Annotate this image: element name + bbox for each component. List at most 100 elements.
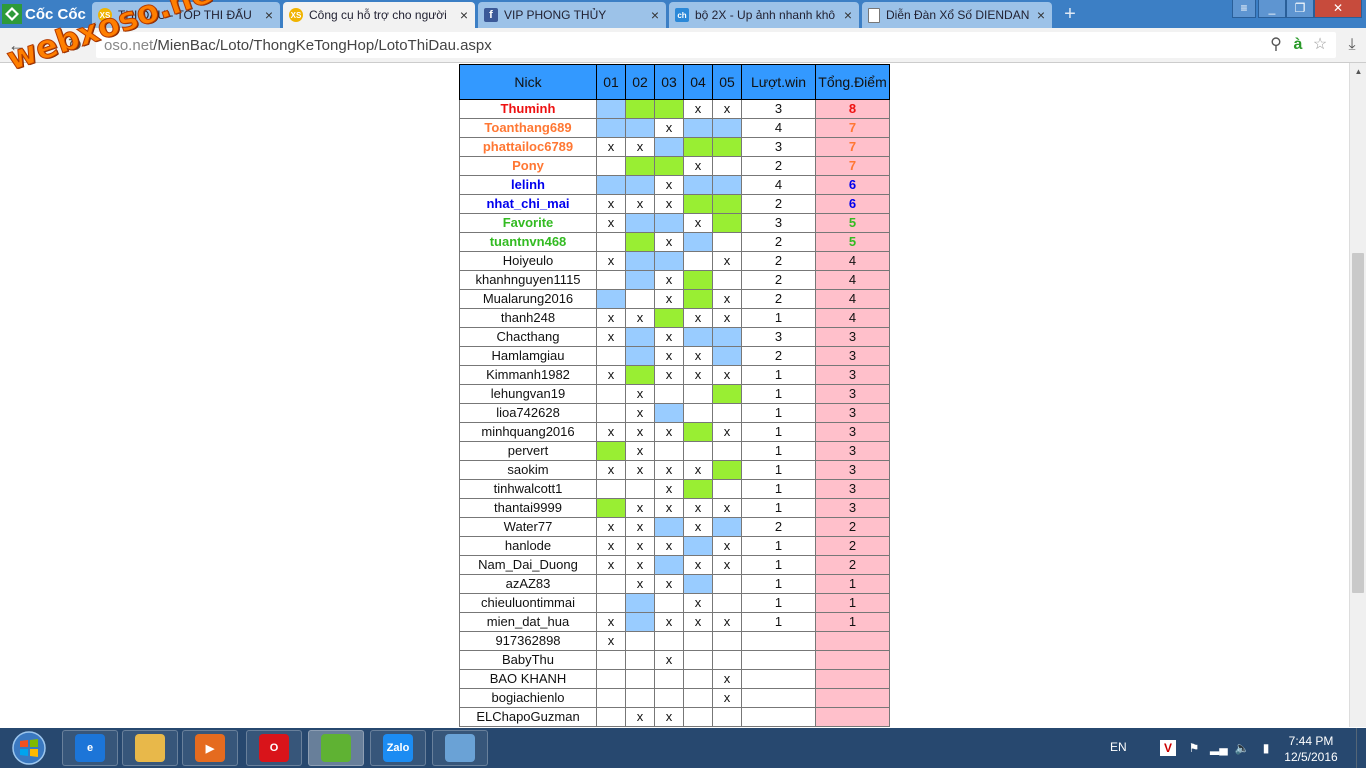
windows-start-icon[interactable] <box>4 730 54 766</box>
zoom-search-icon[interactable]: ⚲ <box>1266 35 1286 55</box>
loto-cell <box>712 479 742 499</box>
tab-dien-dan[interactable]: Diễn Đàn Xổ Số DIENDAN × <box>862 2 1052 28</box>
loto-cell <box>683 631 713 651</box>
new-tab-icon[interactable]: + <box>1060 4 1080 24</box>
nick-cell: thantai9999 <box>459 498 597 518</box>
loto-cell <box>683 422 713 442</box>
taskbar-clock[interactable]: 7:44 PM 12/5/2016 <box>1276 733 1346 765</box>
table-row: Hamlamgiau x x 2 3 <box>459 346 890 366</box>
nick-cell: bogiachienlo <box>459 688 597 708</box>
bookmark-star-icon[interactable]: ☆ <box>1310 35 1330 55</box>
opera-icon: O <box>259 734 289 762</box>
table-row: Kimmanh1982 x x x x 1 3 <box>459 365 890 385</box>
table-row: 917362898 x <box>459 631 890 651</box>
loto-cell <box>654 137 684 157</box>
close-icon[interactable]: × <box>457 7 471 23</box>
tab-bo-2x[interactable]: ch bộ 2X - Up ảnh nhanh khô × <box>669 2 859 28</box>
loto-cell <box>596 669 626 689</box>
wins-cell: 3 <box>741 137 816 157</box>
close-icon[interactable]: × <box>1034 7 1048 23</box>
tab-title: Diễn Đàn Xổ Số DIENDAN <box>886 8 1030 22</box>
score-cell: 5 <box>815 232 890 252</box>
loto-cell <box>654 669 684 689</box>
loto-cell: x <box>712 422 742 442</box>
loto-results-table: Nick 01 02 03 04 05 Lượt.win Tổng.Điểm Thuminh x… <box>459 64 890 727</box>
ch-favicon-icon: ch <box>675 8 689 22</box>
nick-cell: BabyThu <box>459 650 597 670</box>
close-icon[interactable]: × <box>841 7 855 23</box>
loto-cell: x <box>625 403 655 423</box>
close-icon[interactable]: × <box>262 7 276 23</box>
wins-cell <box>741 650 816 670</box>
taskbar-coccoc[interactable] <box>308 730 364 766</box>
network-signal-icon[interactable]: ▂▄ <box>1210 740 1228 756</box>
minimize-icon[interactable]: _ <box>1258 0 1286 18</box>
loto-cell: x <box>654 346 684 366</box>
maximize-icon[interactable]: ❐ <box>1286 0 1314 18</box>
score-cell: 3 <box>815 460 890 480</box>
nick-cell: mien_dat_hua <box>459 612 597 632</box>
loto-cell <box>712 156 742 176</box>
taskbar-file-explorer[interactable] <box>122 730 178 766</box>
taskbar-media-player[interactable]: ▶ <box>182 730 238 766</box>
nick-cell: Hoiyeulo <box>459 251 597 271</box>
loto-cell <box>683 650 713 670</box>
taskbar-zalo[interactable]: Zalo <box>370 730 426 766</box>
loto-cell: x <box>712 365 742 385</box>
loto-cell <box>683 669 713 689</box>
wins-cell: 1 <box>741 555 816 575</box>
loto-cell: x <box>654 498 684 518</box>
scrollbar-thumb[interactable] <box>1352 253 1364 593</box>
wins-cell: 1 <box>741 422 816 442</box>
wins-cell: 1 <box>741 308 816 328</box>
browser-toolbar: ← → ↻ oso.net/MienBac/Loto/ThongKeTongHo… <box>0 28 1366 63</box>
taskbar-internet-explorer[interactable]: e <box>62 730 118 766</box>
table-row: chieuluontimmai x 1 1 <box>459 593 890 613</box>
loto-cell: x <box>654 194 684 214</box>
loto-cell <box>596 384 626 404</box>
loto-cell: x <box>683 213 713 233</box>
loto-cell <box>712 327 742 347</box>
battery-icon[interactable]: ▮ <box>1258 740 1274 756</box>
flag-icon[interactable]: ⚑ <box>1186 740 1202 756</box>
loto-cell <box>712 194 742 214</box>
nick-cell: pervert <box>459 441 597 461</box>
language-indicator[interactable]: EN <box>1110 740 1127 754</box>
loto-cell <box>625 669 655 689</box>
window-menu-icon[interactable]: ≡ <box>1232 0 1256 18</box>
vietnamese-input-icon[interactable]: à <box>1288 35 1308 55</box>
table-row: lelinh x 4 6 <box>459 175 890 195</box>
close-window-icon[interactable]: ✕ <box>1314 0 1362 18</box>
loto-cell <box>712 384 742 404</box>
nick-cell: Kimmanh1982 <box>459 365 597 385</box>
score-cell: 6 <box>815 175 890 195</box>
antivirus-icon[interactable]: V <box>1160 740 1176 756</box>
loto-cell <box>596 441 626 461</box>
media-player-icon: ▶ <box>195 734 225 762</box>
address-bar[interactable]: oso.net/MienBac/Loto/ThongKeTongHop/Loto… <box>96 32 1336 58</box>
nick-cell: ELChapoGuzman <box>459 707 597 727</box>
nick-cell: phattailoc6789 <box>459 137 597 157</box>
download-icon[interactable]: ⤓ <box>1341 34 1363 56</box>
score-cell: 3 <box>815 479 890 499</box>
table-header-row: Nick 01 02 03 04 05 Lượt.win Tổng.Điểm <box>459 64 890 100</box>
scroll-up-icon[interactable]: ▲ <box>1350 63 1366 80</box>
nick-cell: thanh248 <box>459 308 597 328</box>
tab-cong-cu[interactable]: XS Công cụ hỗ trợ cho người × <box>283 2 475 28</box>
table-row: mien_dat_hua x x x x 1 1 <box>459 612 890 632</box>
show-desktop-button[interactable] <box>1356 728 1366 768</box>
address-path: /MienBac/Loto/ThongKeTongHop/LotoThiDau.… <box>153 37 492 54</box>
wins-cell: 4 <box>741 175 816 195</box>
vertical-scrollbar[interactable]: ▲ <box>1349 63 1366 727</box>
taskbar-opera[interactable]: O <box>246 730 302 766</box>
tab-vip-phong-thuy[interactable]: f VIP PHONG THỦY × <box>478 2 666 28</box>
loto-cell <box>683 327 713 347</box>
table-row: khanhnguyen1115 x 2 4 <box>459 270 890 290</box>
taskbar-image-viewer[interactable] <box>432 730 488 766</box>
address-url[interactable]: oso.net/MienBac/Loto/ThongKeTongHop/Loto… <box>104 37 492 54</box>
close-icon[interactable]: × <box>648 7 662 23</box>
loto-cell: x <box>596 327 626 347</box>
volume-icon[interactable]: 🔈 <box>1234 740 1250 756</box>
header-col-01: 01 <box>596 64 626 100</box>
nick-cell: Hamlamgiau <box>459 346 597 366</box>
